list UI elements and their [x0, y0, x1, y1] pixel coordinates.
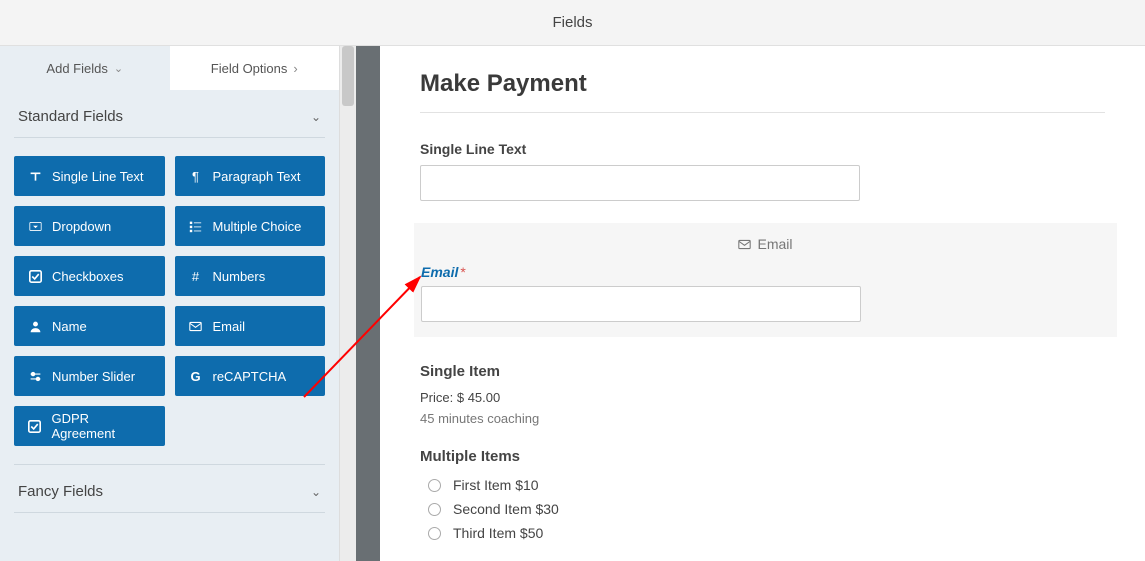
top-bar: Fields — [0, 0, 1145, 46]
field-label: Single Line Text — [420, 141, 1105, 157]
section-standard-fields[interactable]: Standard Fields ⌄ — [0, 90, 339, 137]
divider — [14, 512, 325, 513]
field-number-slider[interactable]: Number Slider — [14, 356, 165, 396]
field-multiple-items-preview[interactable]: Multiple Items First Item $10 Second Ite… — [420, 448, 1105, 541]
user-icon — [26, 320, 44, 333]
recaptcha-icon: G — [187, 369, 205, 384]
email-drop-header: Email — [421, 236, 1110, 252]
field-label: Paragraph Text — [213, 169, 301, 184]
field-recaptcha[interactable]: G reCAPTCHA — [175, 356, 326, 396]
hash-icon: # — [187, 269, 205, 284]
email-input[interactable] — [421, 286, 861, 322]
single-item-title: Single Item — [420, 363, 1105, 380]
radio-icon — [428, 503, 441, 516]
field-label: Numbers — [213, 269, 266, 284]
tab-label: Field Options — [211, 61, 288, 76]
field-paragraph-text[interactable]: ¶ Paragraph Text — [175, 156, 326, 196]
field-label: Number Slider — [52, 369, 135, 384]
chevron-down-icon: ⌄ — [311, 110, 321, 124]
required-asterisk: * — [460, 264, 465, 280]
radio-option[interactable]: First Item $10 — [420, 477, 1105, 493]
field-label: Name — [52, 319, 87, 334]
chevron-down-icon: ⌄ — [114, 62, 123, 75]
list-icon — [187, 220, 205, 233]
field-gdpr-agreement[interactable]: GDPR Agreement — [14, 406, 165, 446]
section-fancy-fields[interactable]: Fancy Fields ⌄ — [0, 465, 339, 512]
field-name[interactable]: Name — [14, 306, 165, 346]
text-input[interactable] — [420, 165, 860, 201]
price-prefix: Price: — [420, 390, 453, 405]
envelope-icon — [738, 238, 751, 251]
divider — [420, 112, 1105, 113]
radio-label: Third Item $50 — [453, 525, 543, 541]
section-title: Standard Fields — [18, 108, 123, 125]
field-label: Checkboxes — [52, 269, 124, 284]
field-checkboxes[interactable]: Checkboxes — [14, 256, 165, 296]
field-single-line-text-preview[interactable]: Single Line Text — [420, 141, 1105, 201]
tab-field-options[interactable]: Field Options › — [170, 46, 340, 90]
radio-label: Second Item $30 — [453, 501, 559, 517]
paragraph-icon: ¶ — [187, 169, 205, 184]
field-email[interactable]: Email — [175, 306, 326, 346]
radio-option[interactable]: Third Item $50 — [420, 525, 1105, 541]
field-label: GDPR Agreement — [51, 411, 152, 441]
field-label: reCAPTCHA — [213, 369, 287, 384]
sidebar-tabs: Add Fields ⌄ Field Options › — [0, 46, 339, 90]
tab-add-fields[interactable]: Add Fields ⌄ — [0, 46, 170, 90]
standard-fields-grid: Single Line Text ¶ Paragraph Text Dropdo… — [0, 138, 339, 456]
dropdown-icon — [26, 220, 44, 233]
scrollbar-thumb[interactable] — [342, 46, 354, 106]
sliders-icon — [26, 370, 44, 383]
chevron-right-icon: › — [293, 61, 297, 76]
tab-label: Add Fields — [46, 61, 107, 76]
section-title: Fancy Fields — [18, 483, 103, 500]
form-title: Make Payment — [420, 70, 1105, 98]
field-email-preview[interactable]: Email Email* — [414, 223, 1117, 337]
radio-icon — [428, 479, 441, 492]
chevron-down-icon: ⌄ — [311, 485, 321, 499]
radio-option[interactable]: Second Item $30 — [420, 501, 1105, 517]
top-bar-title: Fields — [552, 14, 592, 31]
gdpr-icon — [26, 420, 43, 433]
form-canvas: Make Payment Single Line Text Email Emai… — [380, 46, 1145, 561]
email-header-text: Email — [757, 236, 792, 252]
single-item-desc: 45 minutes coaching — [420, 411, 1105, 426]
sidebar: Add Fields ⌄ Field Options › Standard Fi… — [0, 46, 340, 561]
price-value: $ 45.00 — [457, 390, 500, 405]
field-dropdown[interactable]: Dropdown — [14, 206, 165, 246]
text-icon — [26, 170, 44, 183]
envelope-icon — [187, 320, 205, 333]
field-single-line-text[interactable]: Single Line Text — [14, 156, 165, 196]
field-numbers[interactable]: # Numbers — [175, 256, 326, 296]
price-line: Price: $ 45.00 — [420, 390, 1105, 405]
email-label: Email — [421, 264, 458, 280]
scrollbar[interactable] — [340, 46, 356, 561]
multiple-items-title: Multiple Items — [420, 448, 1105, 465]
field-label: Single Line Text — [52, 169, 144, 184]
radio-icon — [428, 527, 441, 540]
main-layout: Add Fields ⌄ Field Options › Standard Fi… — [0, 46, 1145, 561]
radio-label: First Item $10 — [453, 477, 539, 493]
gutter — [356, 46, 380, 561]
field-single-item-preview[interactable]: Single Item Price: $ 45.00 45 minutes co… — [420, 363, 1105, 426]
field-multiple-choice[interactable]: Multiple Choice — [175, 206, 326, 246]
field-label: Dropdown — [52, 219, 111, 234]
field-label: Multiple Choice — [213, 219, 302, 234]
field-label: Email — [213, 319, 246, 334]
check-icon — [26, 270, 44, 283]
